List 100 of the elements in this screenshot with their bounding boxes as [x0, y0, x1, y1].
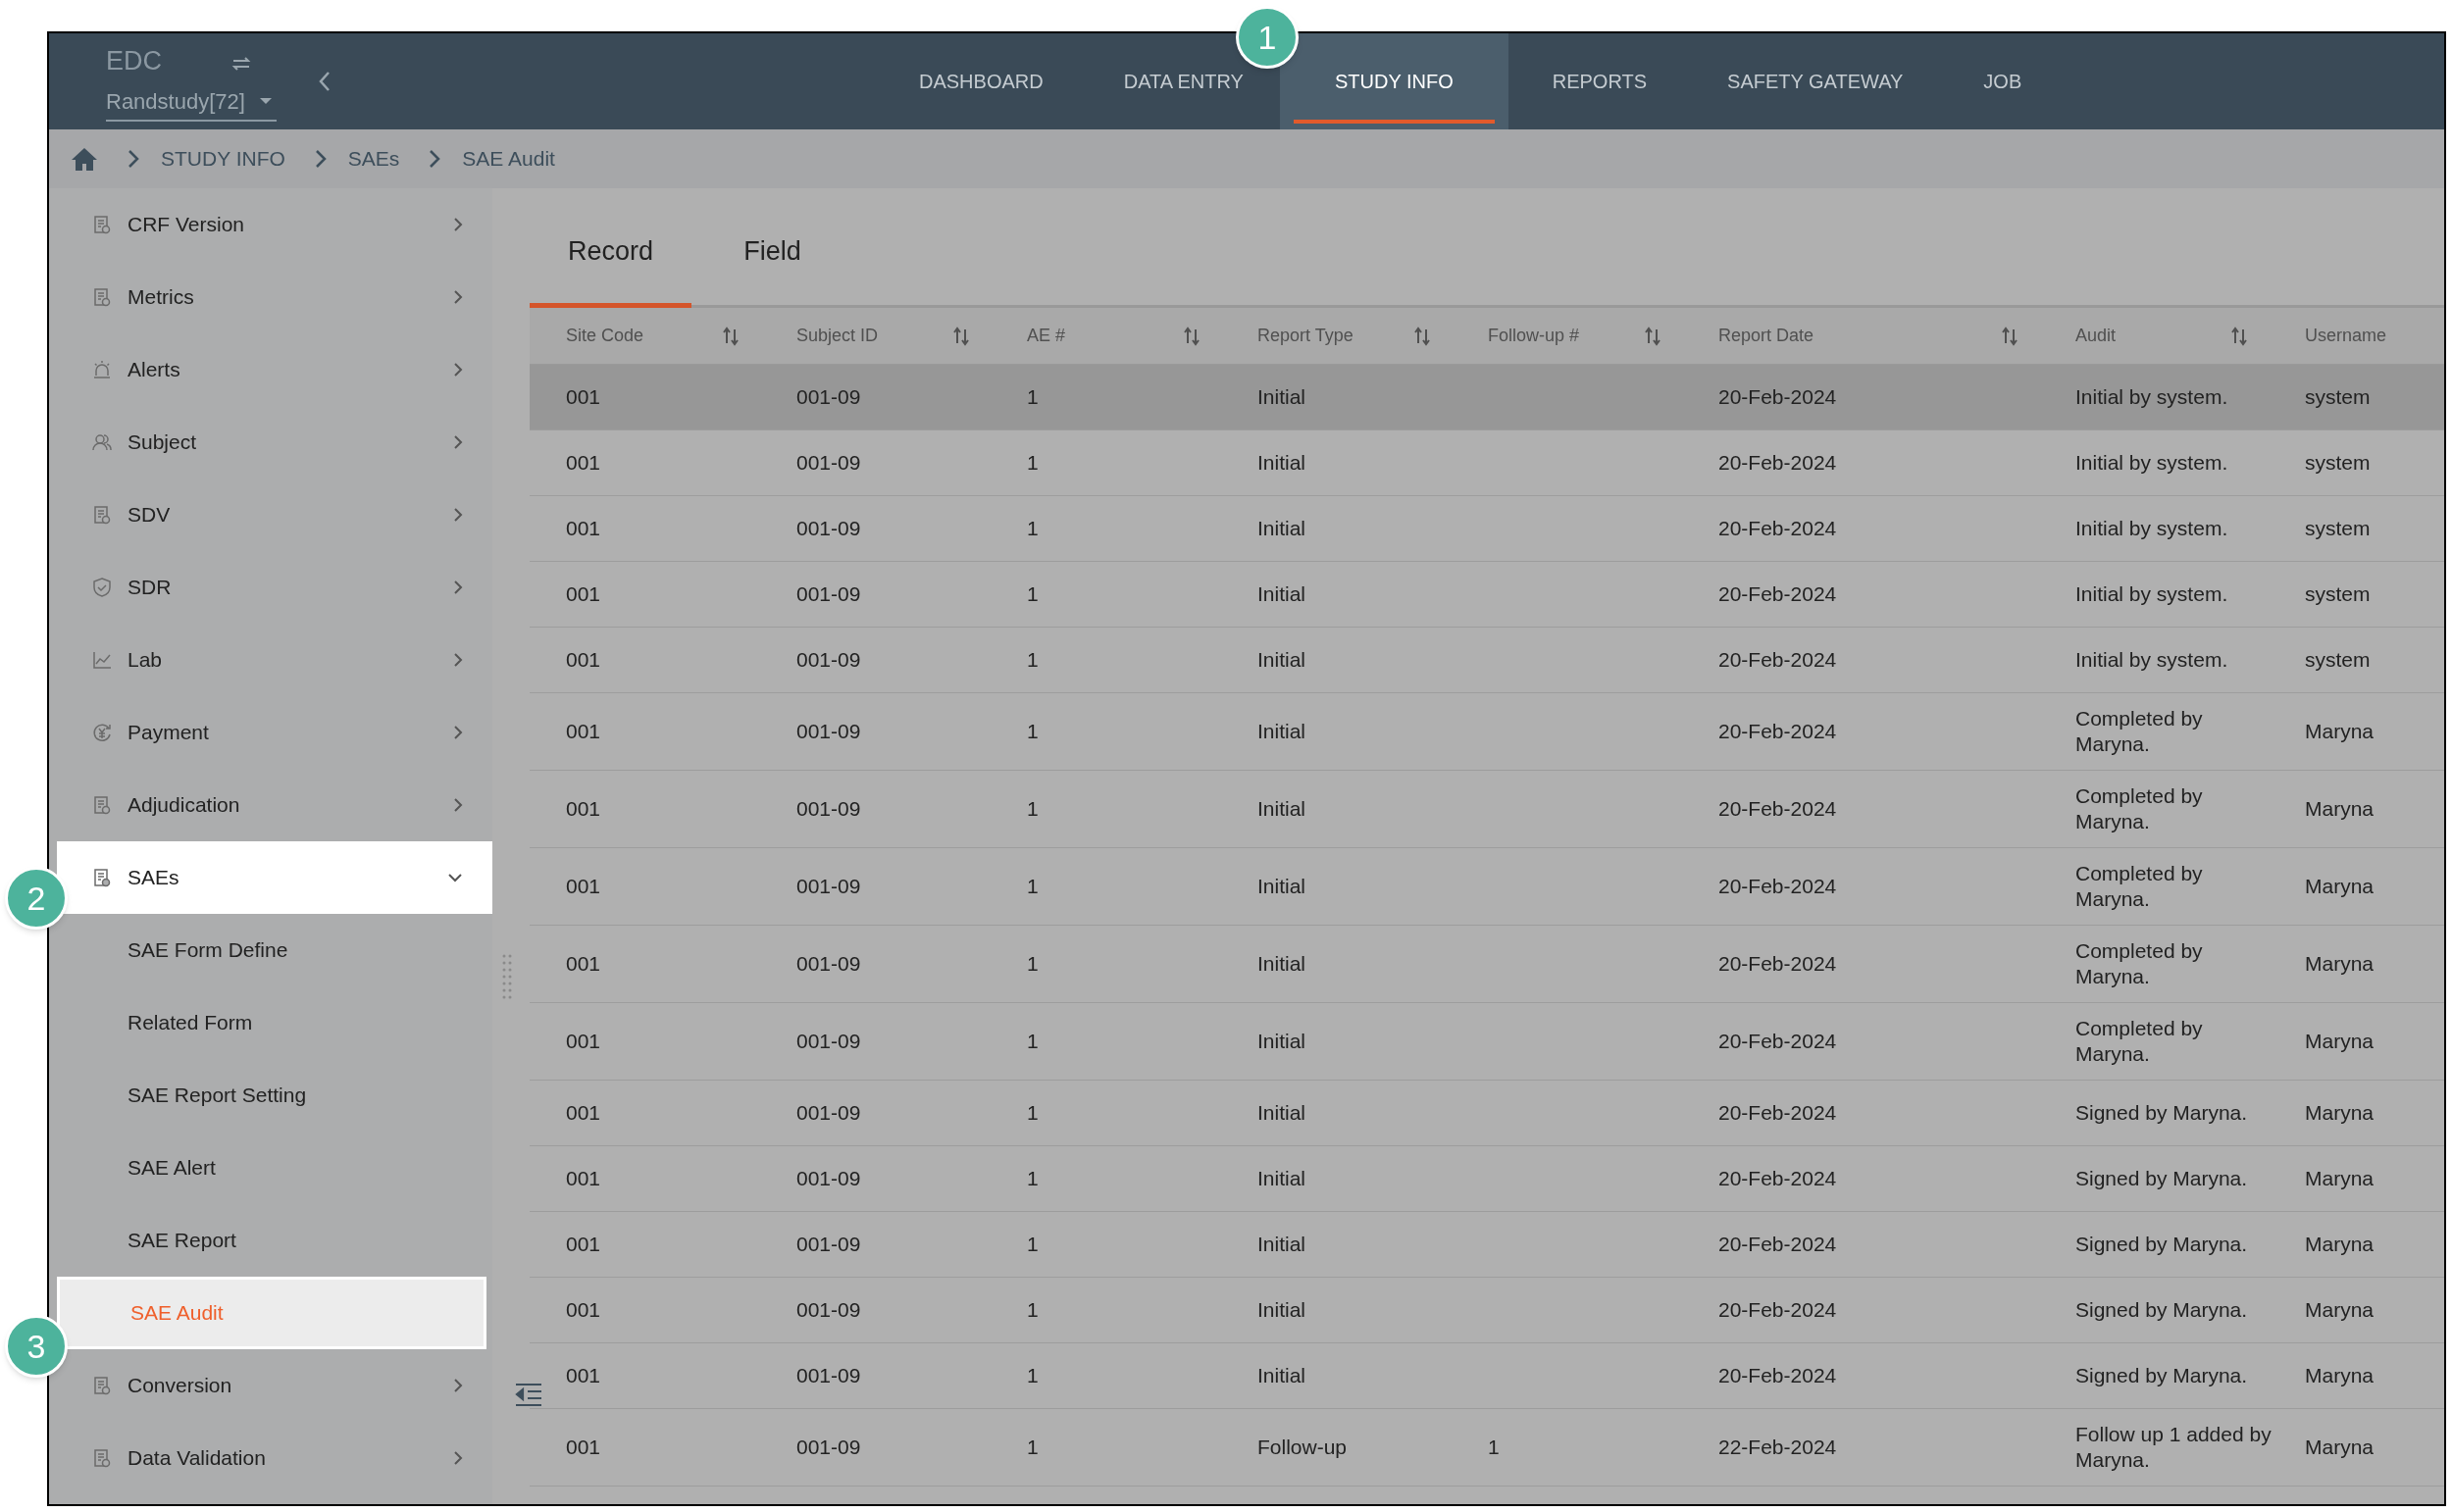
table-cell-text: 1 — [1027, 719, 1040, 744]
table-cell-text: Completed by Maryna. — [2075, 706, 2204, 757]
table-cell-text: 001-09 — [796, 516, 862, 541]
people-icon — [92, 432, 112, 452]
table-cell-text: Initial by system. — [2075, 647, 2229, 673]
sidebar-item[interactable]: SDR — [57, 551, 492, 624]
table-cell-text: Maryna — [2305, 1100, 2375, 1126]
table-cell-text: 001 — [566, 581, 602, 607]
table-cell-text: Initial — [1257, 874, 1307, 899]
table-cell-text: Signed by Maryna. — [2075, 1297, 2249, 1323]
nav-tab[interactable]: SAFETY GATEWAY — [1691, 33, 1940, 129]
table-cell-text: 001 — [566, 951, 602, 977]
sort-icon[interactable] — [2002, 326, 2018, 346]
table-cell-text: Signed by Maryna. — [2075, 1232, 2249, 1257]
table-cell-text: Completed by Maryna. — [2075, 1016, 2204, 1067]
sidebar-item[interactable]: CRF Version — [57, 188, 492, 261]
chevron-down-icon — [447, 873, 463, 882]
table-cell-text: 20-Feb-2024 — [1718, 384, 1838, 410]
table-cell-text: 001 — [566, 1100, 602, 1126]
table-cell-text: 20-Feb-2024 — [1718, 1029, 1838, 1054]
table-cell-text: 001 — [566, 719, 602, 744]
table-cell-text: 20-Feb-2024 — [1718, 450, 1838, 476]
nav-tab[interactable]: REPORTS — [1515, 33, 1684, 129]
table-cell-text: 001-09 — [796, 1166, 862, 1191]
sidebar-subitem[interactable]: Related Form — [57, 986, 486, 1059]
table-cell-text: 001-09 — [796, 647, 862, 673]
table-cell-text: Initial — [1257, 1029, 1307, 1054]
table-cell-text: Initial — [1257, 719, 1307, 744]
callout-badge: 2 — [5, 867, 68, 930]
table-cell-text: 1 — [1027, 1100, 1040, 1126]
table-cell-text: 001 — [566, 874, 602, 899]
sidebar-item[interactable]: Data Validation — [57, 1422, 492, 1494]
sidebar-label: Metrics — [128, 284, 195, 311]
caret-icon[interactable] — [258, 97, 273, 106]
sidebar-subitem[interactable]: SAE Report — [57, 1204, 486, 1277]
sidebar-label: SDR — [128, 575, 173, 601]
table-cell-text: 20-Feb-2024 — [1718, 1232, 1838, 1257]
nav-tab[interactable]: STUDY INFO — [1279, 33, 1508, 129]
sidebar-item[interactable]: SAEs — [57, 841, 492, 914]
sidebar-label: Payment — [128, 720, 210, 746]
document-icon — [92, 287, 112, 307]
app-title: EDC — [106, 45, 162, 78]
table-cell-text: 22-Feb-2024 — [1718, 1435, 1838, 1460]
table-cell-text: Maryna — [2305, 1363, 2375, 1388]
table-cell-text: Completed by Maryna. — [2075, 938, 2204, 989]
sidebar-item[interactable]: Lab — [57, 624, 492, 696]
table-cell-text: 001-09 — [796, 719, 862, 744]
sort-icon[interactable] — [723, 326, 739, 346]
sidebar-subitem[interactable]: SAE Alert — [57, 1132, 486, 1204]
sidebar-item[interactable]: Metrics — [57, 261, 492, 333]
nav-tab[interactable]: DASHBOARD — [883, 33, 1080, 129]
table-cell-text: Initial — [1257, 1232, 1307, 1257]
document-icon — [92, 868, 112, 887]
table-cell-text: 1 — [1027, 647, 1040, 673]
document-icon — [92, 505, 112, 525]
sidebar-item[interactable]: SDV — [57, 479, 492, 551]
sidebar-subitem[interactable]: SAE Report Setting — [57, 1059, 486, 1132]
column-header: Subject ID — [796, 325, 880, 347]
table-cell-text: 1 — [1027, 1363, 1040, 1388]
table-cell-text: 20-Feb-2024 — [1718, 874, 1838, 899]
breadcrumb-link[interactable]: STUDY INFO — [161, 143, 285, 175]
tab[interactable]: Field — [691, 200, 853, 308]
table-cell-text: 001-09 — [796, 1297, 862, 1323]
sort-icon[interactable] — [1645, 326, 1660, 346]
sidebar-item[interactable]: Adjudication — [57, 769, 492, 841]
sort-icon[interactable] — [1184, 326, 1200, 346]
table-cell-text: 1 — [1027, 1029, 1040, 1054]
table-cell-text: Maryna — [2305, 796, 2375, 822]
table-cell-text: 1 — [1027, 796, 1040, 822]
table-cell-text: Signed by Maryna. — [2075, 1100, 2249, 1126]
sidebar-item[interactable]: Payment — [57, 696, 492, 769]
sidebar-item[interactable]: Alerts — [57, 333, 492, 406]
table-cell-text: 001-09 — [796, 951, 862, 977]
table-cell-text: Initial — [1257, 796, 1307, 822]
table-row[interactable]: 001 001-09 1 Initial 20-Feb-2024 Initial by system. system — [530, 365, 2444, 430]
sidebar-label: SDV — [128, 502, 172, 529]
sidebar-label: Subject — [128, 429, 198, 456]
chevron-right-icon — [453, 362, 463, 378]
sort-icon[interactable] — [953, 326, 969, 346]
nav-tab[interactable]: JOB — [1947, 33, 2059, 129]
table-cell-text: 001-09 — [796, 581, 862, 607]
home-icon[interactable] — [71, 146, 98, 172]
outdent-icon[interactable] — [514, 1383, 543, 1408]
column-header: Audit — [2075, 325, 2118, 347]
table-cell-text: 001-09 — [796, 1435, 862, 1460]
table-cell-text: 001 — [566, 647, 602, 673]
chevron-right-icon — [453, 580, 463, 595]
chevron-left-icon[interactable] — [317, 70, 332, 93]
chevron-right-icon — [429, 149, 441, 169]
chevron-right-icon — [453, 797, 463, 813]
sort-icon[interactable] — [1414, 326, 1430, 346]
breadcrumb-link[interactable]: SAEs — [347, 143, 400, 175]
study-dropdown[interactable]: Randstudy[72] — [106, 84, 277, 122]
table-cell-text: system — [2305, 516, 2372, 541]
sidebar-item[interactable]: Subject — [57, 406, 492, 479]
table-cell-text: Maryna — [2305, 951, 2375, 977]
sort-icon[interactable] — [2231, 326, 2247, 346]
table-cell-text: Initial — [1257, 1166, 1307, 1191]
table-cell-text: 20-Feb-2024 — [1718, 796, 1838, 822]
swap-icon[interactable] — [230, 54, 252, 73]
